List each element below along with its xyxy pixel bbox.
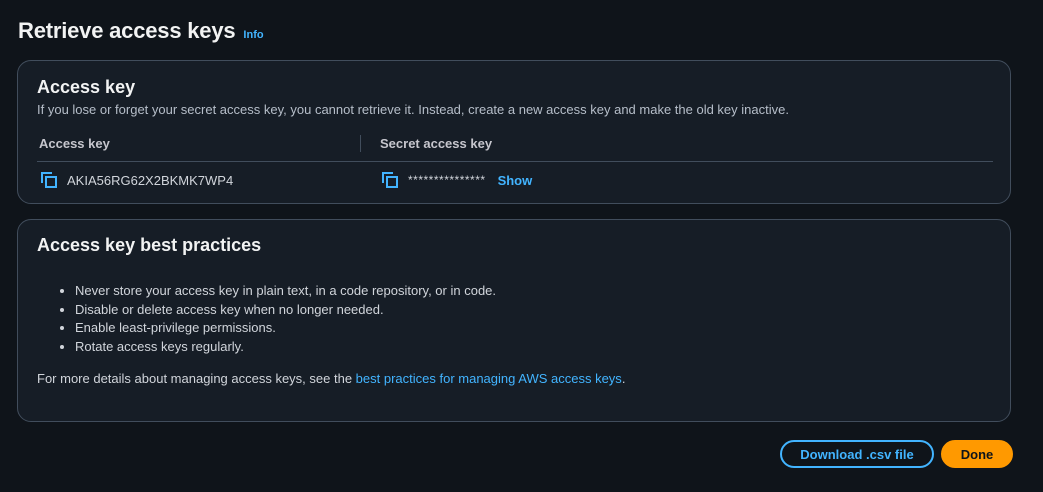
page-title: Retrieve access keys [18, 18, 236, 43]
download-csv-button[interactable]: Download .csv file [780, 440, 934, 468]
access-key-panel: Access key If you lose or forget your se… [17, 60, 1011, 204]
list-item: Disable or delete access key when no lon… [75, 301, 496, 320]
copy-icon[interactable] [41, 172, 57, 188]
access-key-value: AKIA56RG62X2BKMK7WP4 [67, 172, 234, 188]
secret-access-key-cell: *************** Show [382, 172, 532, 188]
access-key-panel-title: Access key [37, 77, 136, 97]
best-practices-link[interactable]: best practices for managing AWS access k… [356, 371, 622, 386]
list-item: Never store your access key in plain tex… [75, 282, 496, 301]
show-secret-button[interactable]: Show [498, 173, 533, 188]
page-header: Retrieve access keys Info [18, 18, 264, 44]
more-details-text: For more details about managing access k… [37, 371, 625, 386]
copy-icon[interactable] [382, 172, 398, 188]
column-header-secret-access-key: Secret access key [380, 136, 493, 151]
column-header-access-key: Access key [39, 136, 110, 151]
list-item: Rotate access keys regularly. [75, 338, 496, 357]
more-details-prefix: For more details about managing access k… [37, 371, 356, 386]
info-link[interactable]: Info [243, 29, 263, 41]
list-item: Enable least-privilege permissions. [75, 319, 496, 338]
retrieve-access-keys-page: Retrieve access keys Info Access key If … [0, 0, 1043, 492]
done-button[interactable]: Done [941, 440, 1013, 468]
access-key-cell: AKIA56RG62X2BKMK7WP4 [41, 172, 233, 188]
column-divider [360, 135, 361, 152]
more-details-suffix: . [621, 371, 626, 386]
secret-key-masked: *************** [408, 173, 486, 187]
access-key-description: If you lose or forget your secret access… [37, 102, 789, 117]
best-practices-title: Access key best practices [37, 235, 262, 255]
best-practices-panel: Access key best practices Never store yo… [17, 219, 1011, 422]
header-row-divider [37, 161, 993, 162]
best-practices-list: Never store your access key in plain tex… [55, 282, 496, 356]
